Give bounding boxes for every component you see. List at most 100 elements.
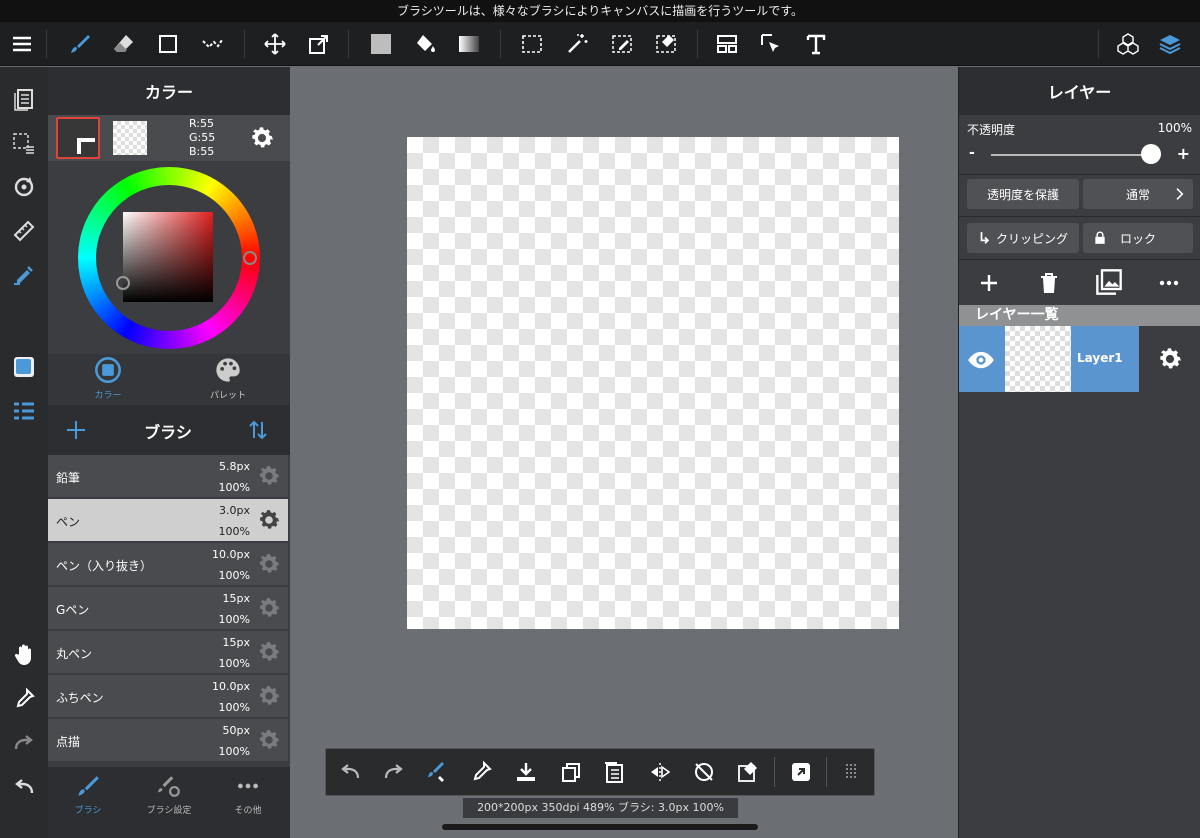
brush-eraser-toggle[interactable] xyxy=(414,749,458,795)
layers-toggle-button[interactable] xyxy=(1148,22,1192,66)
lock-button[interactable]: ロック xyxy=(1083,223,1193,253)
canvas-area[interactable] xyxy=(291,67,958,838)
select-eraser-button[interactable] xyxy=(644,22,688,66)
brush-settings-button[interactable] xyxy=(256,551,282,577)
eyedropper-icon xyxy=(16,687,35,708)
gradient-tool-button[interactable] xyxy=(447,22,491,66)
brush-settings-button[interactable] xyxy=(256,595,282,621)
magic-wand-button[interactable] xyxy=(555,22,599,66)
drawing-canvas[interactable] xyxy=(407,137,899,629)
color-panel: カラー R:55 G:55 B:55 カラー パレット xyxy=(48,67,290,405)
brush-settings-button[interactable] xyxy=(256,463,282,489)
brush-item[interactable]: 点描 50px 100% xyxy=(48,719,288,762)
save-button[interactable] xyxy=(504,749,548,795)
tab-brush[interactable]: ブラシ xyxy=(58,773,118,816)
opacity-decrease[interactable]: - xyxy=(969,145,975,161)
delete-layer-button[interactable] xyxy=(1037,271,1061,295)
brush-size: 15px xyxy=(222,592,251,605)
opacity-slider-knob[interactable] xyxy=(1141,144,1161,164)
add-brush-button[interactable] xyxy=(64,418,88,442)
vector-tool-button[interactable] xyxy=(190,22,234,66)
snap-button[interactable] xyxy=(0,255,48,295)
tab-other[interactable]: その他 xyxy=(218,773,278,816)
bar-grip-handle[interactable] xyxy=(829,749,873,795)
color-panel-toggle[interactable] xyxy=(0,347,48,387)
copy-button[interactable] xyxy=(549,749,593,795)
sort-icon xyxy=(249,420,267,440)
brush-item[interactable]: ペン（入り抜き） 10.0px 100% xyxy=(48,543,288,586)
brush-settings-button[interactable] xyxy=(256,507,282,533)
select-pen-button[interactable] xyxy=(600,22,644,66)
opacity-slider[interactable] xyxy=(991,144,1161,164)
move-tool-button[interactable] xyxy=(253,22,297,66)
brush-settings-button[interactable] xyxy=(256,727,282,753)
eyedropper-button[interactable] xyxy=(459,749,503,795)
color-panel-title: カラー xyxy=(48,67,290,115)
tab-palette[interactable]: パレット xyxy=(198,356,258,402)
transparent-color-swatch[interactable] xyxy=(113,121,147,155)
pages-button[interactable] xyxy=(0,79,48,119)
blend-mode-button[interactable]: 通常 xyxy=(1083,179,1193,209)
menu-button[interactable] xyxy=(0,22,44,66)
select-tool-button[interactable] xyxy=(510,22,554,66)
bucket-tool-button[interactable] xyxy=(403,22,447,66)
share-button[interactable] xyxy=(779,749,823,795)
undo-button[interactable] xyxy=(0,767,48,807)
clipping-button[interactable]: クリッピング xyxy=(967,223,1079,253)
brush-icon xyxy=(78,776,99,796)
foreground-color-swatch[interactable] xyxy=(56,117,100,159)
trash-icon xyxy=(1041,273,1057,293)
redo-button[interactable] xyxy=(372,749,416,795)
brush-settings-button[interactable] xyxy=(256,639,282,665)
undo-icon xyxy=(15,779,34,794)
brush-panel-title: ブラシ xyxy=(144,423,192,442)
brush-item[interactable]: ふちペン 10.0px 100% xyxy=(48,675,288,718)
add-layer-button[interactable] xyxy=(977,271,1001,295)
selection-panel-button[interactable] xyxy=(0,123,48,163)
brush-item[interactable]: 丸ペン 15px 100% xyxy=(48,631,288,674)
protect-alpha-button[interactable]: 透明度を保護 xyxy=(967,179,1079,209)
color-settings-button[interactable] xyxy=(248,124,276,152)
gear-icon xyxy=(260,510,280,529)
opacity-increase[interactable]: + xyxy=(1177,144,1190,163)
redo-button[interactable] xyxy=(0,723,48,763)
tab-color[interactable]: カラー xyxy=(78,356,138,402)
material-button[interactable] xyxy=(1106,22,1150,66)
ruler-button[interactable] xyxy=(0,211,48,251)
brush-size: 10.0px xyxy=(212,548,250,561)
fill-color-button[interactable] xyxy=(359,22,403,66)
gear-icon xyxy=(260,466,280,485)
shape-tool-button[interactable] xyxy=(146,22,190,66)
transform-tool-button[interactable] xyxy=(297,22,341,66)
brush-item[interactable]: ペン 3.0px 100% xyxy=(48,499,288,542)
tab-brush-settings[interactable]: ブラシ設定 xyxy=(134,773,204,816)
color-tabs: カラー パレット xyxy=(48,354,290,405)
brush-item[interactable]: 鉛筆 5.8px 100% xyxy=(48,455,288,498)
reset-rotation-button[interactable] xyxy=(682,749,726,795)
text-tool-button[interactable] xyxy=(794,22,838,66)
rotate-canvas-button[interactable] xyxy=(0,167,48,207)
brush-settings-button[interactable] xyxy=(256,683,282,709)
clear-button[interactable] xyxy=(726,749,770,795)
eyedropper-tool-button[interactable] xyxy=(0,679,48,719)
layer-more-button[interactable] xyxy=(1157,271,1181,295)
color-wheel[interactable] xyxy=(78,167,260,349)
layer-image-button[interactable] xyxy=(1095,268,1123,296)
layer-row[interactable]: Layer1 xyxy=(959,326,1200,392)
brush-panel-toggle[interactable] xyxy=(0,391,48,431)
frame-tool-button[interactable] xyxy=(705,22,749,66)
color-swatch-row: R:55 G:55 B:55 xyxy=(48,115,290,161)
brush-item[interactable]: Gペン 15px 100% xyxy=(48,587,288,630)
undo-button[interactable] xyxy=(328,749,372,795)
layer-visibility-toggle[interactable] xyxy=(967,346,997,372)
sort-brush-button[interactable] xyxy=(246,418,270,442)
layer-settings-button[interactable] xyxy=(1139,326,1200,392)
flip-button[interactable] xyxy=(638,749,682,795)
operation-tool-button[interactable] xyxy=(749,22,793,66)
paste-button[interactable] xyxy=(592,749,636,795)
brush-tool-button[interactable] xyxy=(58,22,102,66)
more-dots-icon xyxy=(1159,280,1179,286)
eraser-tool-button[interactable] xyxy=(102,22,146,66)
brush-opacity: 100% xyxy=(218,525,250,538)
hand-tool-button[interactable] xyxy=(0,635,48,675)
